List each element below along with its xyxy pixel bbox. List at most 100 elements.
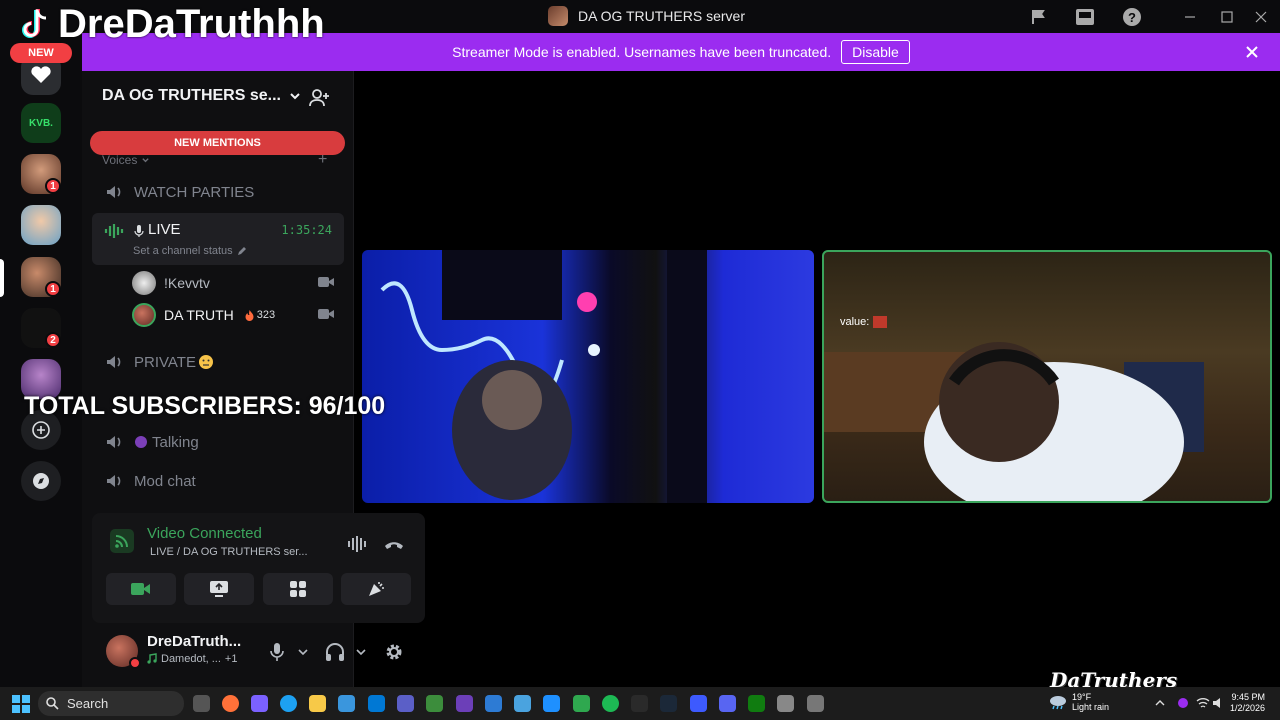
disable-button[interactable]: Disable xyxy=(841,40,910,64)
app-icon-4[interactable] xyxy=(573,695,590,712)
category-label: Voices xyxy=(102,153,138,167)
app-icon-5[interactable] xyxy=(690,695,707,712)
close-window-icon[interactable] xyxy=(1250,6,1272,28)
chevron-down-icon xyxy=(290,93,300,100)
voice-activity-icon xyxy=(104,221,124,241)
photos-icon[interactable] xyxy=(543,695,560,712)
channel-talking[interactable]: Talking xyxy=(92,425,344,459)
xbox-icon[interactable] xyxy=(748,695,765,712)
avatar xyxy=(132,271,156,295)
microphone-toggle-icon[interactable] xyxy=(266,641,288,663)
disconnect-icon[interactable] xyxy=(383,533,405,555)
copilot-icon[interactable] xyxy=(251,695,268,712)
flag-icon[interactable] xyxy=(1028,6,1050,28)
wifi-icon[interactable] xyxy=(1196,696,1210,710)
greenshot-icon[interactable] xyxy=(426,695,443,712)
category-voices[interactable]: Voices xyxy=(102,153,150,167)
system-clock[interactable]: 9:45 PM 1/2/2026 xyxy=(1230,692,1265,714)
channel-live[interactable]: LIVE 1:35:24 Set a channel status xyxy=(92,213,344,265)
chevron-down-icon[interactable] xyxy=(292,641,314,663)
minimize-icon[interactable] xyxy=(1179,6,1201,28)
epic-games-icon[interactable] xyxy=(631,695,648,712)
tiktok-logo-icon xyxy=(22,8,47,38)
task-view-icon[interactable] xyxy=(193,695,210,712)
file-explorer-icon[interactable] xyxy=(309,695,326,712)
app-icon-3[interactable] xyxy=(514,695,531,712)
spotify-icon[interactable] xyxy=(602,695,619,712)
channel-private[interactable]: PRIVATE xyxy=(92,345,344,379)
plus-icon xyxy=(32,421,50,439)
camera-button[interactable] xyxy=(106,573,176,605)
kvb-label: KVB. xyxy=(29,117,53,129)
settings-gear-icon[interactable] xyxy=(383,641,405,663)
video-tile-kevvtv[interactable] xyxy=(362,250,814,503)
server-icon-user2[interactable] xyxy=(21,205,61,245)
volume-icon[interactable] xyxy=(1212,696,1226,710)
new-badge: NEW xyxy=(10,43,72,63)
discord-icon[interactable] xyxy=(719,695,736,712)
user-status: Damedot, ... +1 xyxy=(147,653,237,665)
channel-label: WATCH PARTIES xyxy=(134,183,255,201)
discover-button[interactable] xyxy=(21,461,61,501)
server-rail: KVB. 1 1 2 xyxy=(0,33,82,687)
close-banner-icon[interactable] xyxy=(1242,42,1262,62)
chevron-down-icon[interactable] xyxy=(350,641,372,663)
app-icon-2[interactable] xyxy=(485,695,502,712)
maximize-icon[interactable] xyxy=(1216,6,1238,28)
inbox-icon[interactable] xyxy=(1074,6,1096,28)
weather-widget[interactable]: 19°F Light rain xyxy=(1048,692,1109,712)
voice-user[interactable]: !Kevvtv xyxy=(132,269,342,297)
user-panel: DreDaTruth... Damedot, ... +1 xyxy=(92,627,425,677)
user-name[interactable]: DreDaTruth... xyxy=(147,633,241,650)
soundboard-button[interactable] xyxy=(341,573,411,605)
noise-suppression-icon[interactable] xyxy=(346,533,368,555)
steam-icon[interactable] xyxy=(660,695,677,712)
selected-indicator xyxy=(0,259,4,297)
windows-taskbar: Search 19°F Light rain 9:45 PM 1/2/2026 xyxy=(0,687,1280,720)
brand-name: DreDaTruthhh xyxy=(58,2,325,46)
live-timer: 1:35:24 xyxy=(281,223,332,237)
svg-text:?: ? xyxy=(1128,10,1136,25)
pencil-icon xyxy=(237,247,246,255)
server-icon-kvb[interactable]: KVB. xyxy=(21,103,61,143)
connection-signal-icon[interactable] xyxy=(110,529,134,553)
help-icon[interactable]: ? xyxy=(1121,6,1143,28)
tray-app-icon[interactable] xyxy=(1176,696,1190,710)
chevron-up-icon[interactable] xyxy=(1153,696,1167,710)
value-tag: value: xyxy=(840,316,888,328)
headphones-icon[interactable] xyxy=(324,641,346,663)
video-feed-image xyxy=(380,250,707,503)
server-header[interactable]: DA OG TRUTHERS se... xyxy=(102,87,301,105)
teams-icon[interactable] xyxy=(397,695,414,712)
taskbar-search[interactable]: Search xyxy=(38,691,184,716)
settings-icon[interactable] xyxy=(777,695,794,712)
store-icon[interactable] xyxy=(338,695,355,712)
channel-watch-parties[interactable]: WATCH PARTIES xyxy=(92,175,344,209)
edge-icon[interactable] xyxy=(280,695,297,712)
streamer-brand: DreDaTruthhh xyxy=(18,2,325,47)
activities-button[interactable] xyxy=(263,573,333,605)
app-icon-1[interactable] xyxy=(456,695,473,712)
app-icon-6[interactable] xyxy=(807,695,824,712)
video-tile-datruth[interactable]: value: xyxy=(822,250,1272,503)
firefox-icon[interactable] xyxy=(222,695,239,712)
invite-people-icon[interactable] xyxy=(308,87,330,109)
set-channel-status[interactable]: Set a channel status xyxy=(133,245,247,257)
server-name: DA OG TRUTHERS se... xyxy=(102,87,281,104)
windows-start-icon[interactable] xyxy=(12,695,30,713)
clock-time: 9:45 PM xyxy=(1231,692,1266,702)
weather-temp: 19°F xyxy=(1072,692,1092,702)
speaking-head-icon xyxy=(135,436,147,448)
voice-user[interactable]: DA TRUTH 323 xyxy=(132,301,342,329)
search-icon xyxy=(46,697,59,710)
voice-status-subtitle[interactable]: LIVE / DA OG TRUTHERS ser... xyxy=(150,546,308,558)
voice-status-title[interactable]: Video Connected xyxy=(147,525,262,542)
channel-mod-chat[interactable]: Mod chat xyxy=(92,464,344,498)
new-mentions-button[interactable]: NEW MENTIONS xyxy=(90,131,345,155)
weather-desc: Light rain xyxy=(1072,702,1110,712)
screen-share-button[interactable] xyxy=(184,573,254,605)
music-note-icon xyxy=(147,653,157,664)
value-emoji-icon xyxy=(873,316,888,328)
outlook-icon[interactable] xyxy=(368,695,385,712)
channel-label: PRIVATE xyxy=(134,353,196,371)
